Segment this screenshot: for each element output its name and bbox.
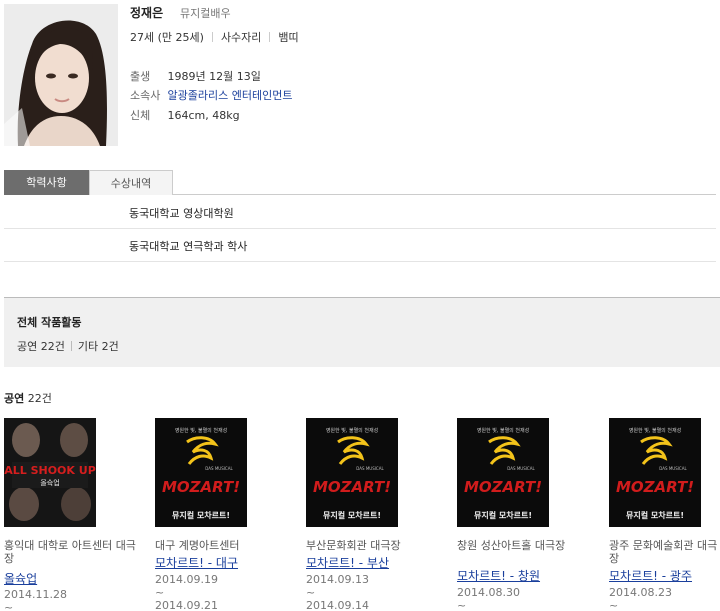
- mozart-poster-graphic: 영원한 빛, 불멸의 천재성 DAS MUSICAL MOZART! 뮤지컬 모…: [306, 418, 398, 527]
- mozart-poster-graphic: 영원한 빛, 불멸의 천재성 DAS MUSICAL MOZART! 뮤지컬 모…: [457, 418, 549, 527]
- poster-korean-title: 뮤지컬 모차르트!: [474, 510, 532, 520]
- perf-section-label: 공연: [4, 392, 25, 405]
- summary-etc-link[interactable]: 기타 2건: [78, 340, 119, 353]
- perf-date: 2014.08.23 ~ 2014.08.24: [609, 586, 672, 611]
- perf-date: 2014.11.28 ~ 2015.02.01: [4, 588, 67, 611]
- perf-venue: 부산문화회관 대극장: [306, 539, 401, 552]
- poster-image[interactable]: 영원한 빛, 불멸의 천재성 DAS MUSICAL MOZART! 뮤지컬 모…: [609, 418, 701, 527]
- poster-image[interactable]: 영원한 빛, 불멸의 천재성 DAS MUSICAL MOZART! 뮤지컬 모…: [155, 418, 247, 527]
- poster-korean-title: 뮤지컬 모차르트!: [626, 510, 684, 520]
- summary-counts: 공연 22건 기타 2건: [17, 338, 119, 354]
- tab-awards[interactable]: 수상내역: [89, 170, 173, 195]
- mozart-poster-graphic: 영원한 빛, 불멸의 천재성 DAS MUSICAL MOZART! 뮤지컬 모…: [155, 418, 247, 527]
- mozart-poster-graphic: 영원한 빛, 불멸의 천재성 DAS MUSICAL MOZART! 뮤지컬 모…: [609, 418, 701, 527]
- perf-list: ALL SHOOK UP 올슉업 홍익대 대학로 아트센터 대극장 올슉업 20…: [4, 418, 720, 611]
- birth-value: 1989년 12월 13일: [167, 70, 261, 83]
- birth-label: 출생: [130, 70, 151, 83]
- divider: [211, 32, 213, 42]
- body-value: 164cm, 48kg: [167, 109, 240, 122]
- education-row: 동국대학교 연극학과 학사: [4, 229, 716, 262]
- perf-title-link[interactable]: 모차르트! - 창원: [457, 567, 540, 584]
- summary-perf-link[interactable]: 공연 22건: [17, 340, 65, 353]
- perf-venue: 홍익대 대학로 아트센터 대극장: [4, 539, 136, 565]
- poster-title-text: MOZART!: [616, 478, 694, 496]
- poster-small-text: DAS MUSICAL: [659, 466, 687, 471]
- works-summary: 전체 작품활동 공연 22건 기타 2건: [4, 297, 720, 367]
- profile-photo: [4, 4, 118, 146]
- perf-title-link[interactable]: 모차르트! - 광주: [609, 567, 692, 584]
- poster-tagline: 영원한 빛, 불멸의 천재성: [175, 427, 227, 434]
- poster-image[interactable]: 영원한 빛, 불멸의 천재성 DAS MUSICAL MOZART! 뮤지컬 모…: [306, 418, 398, 527]
- profile-job: 뮤지컬배우: [180, 7, 231, 20]
- tab-bar: 학력사항 수상내역: [4, 170, 716, 195]
- tab-education[interactable]: 학력사항: [4, 170, 89, 195]
- perf-title-link[interactable]: 모차르트! - 부산: [306, 554, 389, 571]
- summary-title: 전체 작품활동: [17, 316, 82, 329]
- divider: [70, 341, 72, 351]
- perf-venue: 대구 계명아트센터: [155, 539, 240, 552]
- poster-tagline: 영원한 빛, 불멸의 천재성: [326, 427, 378, 434]
- agency-label: 소속사: [130, 89, 161, 102]
- poster-image[interactable]: ALL SHOOK UP 올슉업: [4, 418, 96, 527]
- poster-sub-text: 올슉업: [40, 479, 59, 487]
- perf-venue: 광주 문화예술회관 대극장: [609, 539, 718, 565]
- portrait-image: [4, 4, 118, 146]
- poster-tagline: 영원한 빛, 불멸의 천재성: [629, 427, 681, 434]
- perf-date: 2014.09.13 ~ 2014.09.14: [306, 573, 369, 611]
- profile-zodiac: 사수자리: [220, 31, 262, 44]
- profile-meta: 27세 (만 25세) 사수자리 뱀띠: [130, 29, 299, 45]
- perf-title-link[interactable]: 모차르트! - 대구: [155, 554, 238, 571]
- poster-small-text: DAS MUSICAL: [205, 466, 233, 471]
- perf-title-link[interactable]: 올슉업: [4, 570, 37, 587]
- education-row: 동국대학교 영상대학원: [4, 196, 716, 229]
- poster-korean-title: 뮤지컬 모차르트!: [172, 510, 230, 520]
- poster-image[interactable]: 영원한 빛, 불멸의 천재성 DAS MUSICAL MOZART! 뮤지컬 모…: [457, 418, 549, 527]
- allshookup-poster-graphic: ALL SHOOK UP 올슉업: [4, 418, 96, 527]
- info-birth: 출생 1989년 12월 13일: [130, 68, 261, 84]
- education-item: 동국대학교 영상대학원: [129, 207, 234, 220]
- education-item: 동국대학교 연극학과 학사: [129, 240, 248, 253]
- perf-date: 2014.09.19 ~ 2014.09.21: [155, 573, 218, 611]
- profile-age: 27세 (만 25세): [130, 31, 204, 44]
- info-agency: 소속사 알광졸라리스 엔터테인먼트: [130, 87, 292, 103]
- divider: [269, 32, 271, 42]
- perf-venue: 창원 성산아트홀 대극장: [457, 539, 566, 552]
- info-body: 신체 164cm, 48kg: [130, 107, 240, 123]
- poster-title-text: MOZART!: [464, 478, 542, 496]
- poster-title-text: MOZART!: [162, 478, 240, 496]
- poster-small-text: DAS MUSICAL: [507, 466, 535, 471]
- poster-korean-title: 뮤지컬 모차르트!: [323, 510, 381, 520]
- agency-link[interactable]: 알광졸라리스 엔터테인먼트: [168, 87, 293, 103]
- perf-section-count: 22건: [27, 392, 52, 405]
- profile-animal: 뱀띠: [278, 31, 299, 44]
- body-label: 신체: [130, 109, 151, 122]
- perf-date: 2014.08.30 ~ 2014.08.31: [457, 586, 520, 611]
- perf-section-header: 공연 22건: [4, 390, 52, 406]
- poster-title-text: MOZART!: [313, 478, 391, 496]
- poster-title-text: ALL SHOOK UP: [4, 464, 96, 477]
- poster-small-text: DAS MUSICAL: [356, 466, 384, 471]
- poster-tagline: 영원한 빛, 불멸의 천재성: [477, 427, 529, 434]
- profile-name: 정재은: [130, 6, 164, 20]
